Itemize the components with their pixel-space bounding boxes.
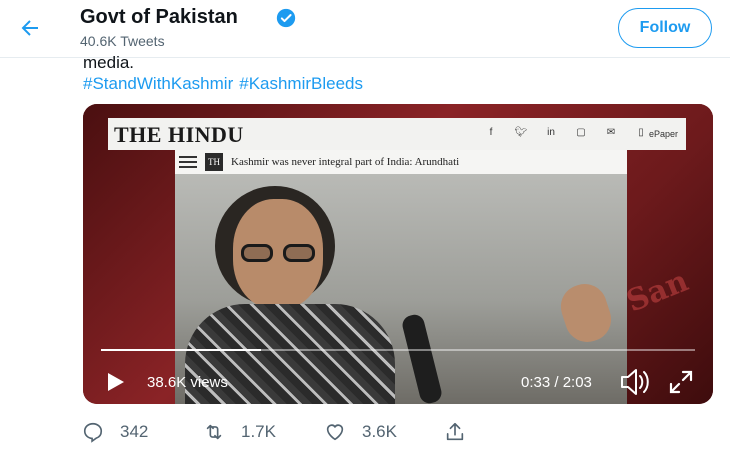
volume-icon[interactable] [619,367,653,397]
linkedin-icon: in [547,127,555,138]
retweet-count: 1.7K [241,422,276,441]
menu-icon [179,156,197,168]
hashtag-row: #StandWithKashmir #KashmirBleeds [83,74,369,94]
reply-icon [83,422,103,443]
verified-badge-icon [276,8,296,28]
reply-button[interactable]: 342 [82,421,148,443]
article-headline-bar: TH Kashmir was never integral part of In… [175,150,627,175]
social-icons: f 🐦︎ in ▢ ✉ ▯ [476,127,656,138]
instagram-icon: ▢ [576,127,586,138]
speaker-glasses [241,244,317,262]
th-logo: TH [205,153,223,171]
heart-icon [326,424,344,441]
back-button[interactable] [16,14,44,42]
article-headline: Kashmir was never integral part of India… [231,156,460,168]
account-name[interactable]: Govt of Pakistan [80,6,238,29]
profile-header: Govt of Pakistan 40.6K Tweets Follow [0,0,730,58]
view-count: 38.6K views [147,374,228,391]
retweet-button[interactable]: 1.7K [203,421,276,443]
epaper-label: ePaper [648,129,678,139]
newspaper-logo: THE HINDU [114,122,244,147]
facebook-icon: f [489,127,493,138]
tweet-count: 40.6K Tweets [80,33,165,49]
hashtag-link[interactable]: #StandWithKashmir [83,74,233,93]
mail-icon: ✉ [606,127,616,138]
video-player[interactable]: San THE HINDU f 🐦︎ in ▢ ✉ ▯ ePaper TH Kashmir… [83,104,713,404]
retweet-icon [206,424,222,440]
play-icon[interactable] [103,370,127,394]
like-button[interactable]: 3.6K [324,421,397,443]
hashtag-link[interactable]: #KashmirBleeds [239,74,363,93]
progress-fill [101,349,262,351]
tweet-text: media. [83,53,135,72]
share-button[interactable] [444,421,482,443]
reply-count: 342 [120,422,149,441]
twitter-icon: 🐦︎ [514,127,528,138]
share-icon [446,422,464,441]
fullscreen-icon[interactable] [668,369,694,395]
back-arrow-icon [21,20,38,36]
like-count: 3.6K [362,422,397,441]
newspaper-masthead: THE HINDU f 🐦︎ in ▢ ✉ ▯ ePaper [108,118,686,150]
progress-bar[interactable] [101,349,695,351]
video-time: 0:33 / 2:03 [521,374,592,391]
follow-button[interactable]: Follow [618,8,712,48]
